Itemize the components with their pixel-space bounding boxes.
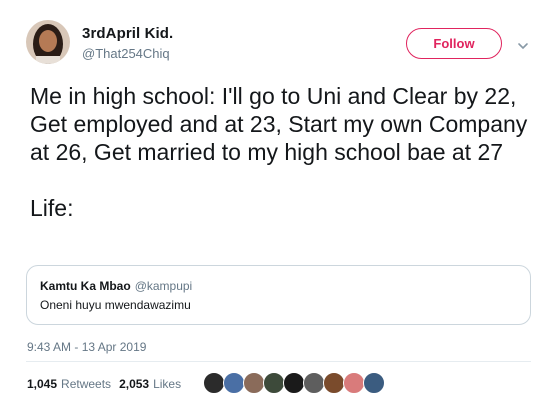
liker-avatar[interactable]	[283, 372, 305, 394]
liker-avatar[interactable]	[243, 372, 265, 394]
liker-avatar[interactable]	[223, 372, 245, 394]
quoted-author-name: Kamtu Ka Mbao	[40, 279, 131, 293]
liker-avatar[interactable]	[323, 372, 345, 394]
quoted-tweet-text: Oneni huyu mwendawazimu	[40, 298, 191, 312]
tweet-card: 3rdApril Kid. @That254Chiq Follow Me in …	[0, 0, 556, 404]
author-avatar[interactable]	[26, 20, 70, 64]
liker-avatar[interactable]	[263, 372, 285, 394]
retweets-label: Retweets	[61, 377, 112, 391]
follow-button[interactable]: Follow	[406, 28, 502, 59]
retweets-count: 1,045	[27, 377, 58, 391]
tweet-stats: 1,045 Retweets 2,053 Likes	[27, 377, 181, 391]
liker-avatar[interactable]	[343, 372, 365, 394]
divider	[26, 361, 531, 362]
likes-count: 2,053	[119, 377, 150, 391]
tweet-text: Me in high school: I'll go to Uni and Cl…	[30, 83, 528, 165]
chevron-down-icon[interactable]	[517, 38, 529, 50]
quoted-tweet[interactable]: Kamtu Ka Mbao @kampupi Oneni huyu mwendaw…	[26, 265, 531, 325]
tweet-text-life: Life:	[30, 195, 74, 221]
retweets-stat[interactable]: 1,045 Retweets	[27, 377, 111, 391]
author-name[interactable]: 3rdApril Kid.	[82, 25, 173, 42]
tweet-body: Me in high school: I'll go to Uni and Cl…	[30, 82, 535, 222]
quoted-author-handle: @kampupi	[134, 279, 193, 293]
liker-avatar[interactable]	[203, 372, 225, 394]
liker-avatar[interactable]	[363, 372, 385, 394]
liker-avatar[interactable]	[303, 372, 325, 394]
author-handle[interactable]: @That254Chiq	[82, 46, 170, 61]
likes-label: Likes	[153, 377, 182, 391]
quoted-author[interactable]: Kamtu Ka Mbao @kampupi	[40, 279, 192, 293]
liker-avatars[interactable]	[203, 372, 385, 394]
likes-stat[interactable]: 2,053 Likes	[119, 377, 181, 391]
tweet-timestamp[interactable]: 9:43 AM - 13 Apr 2019	[27, 340, 146, 354]
